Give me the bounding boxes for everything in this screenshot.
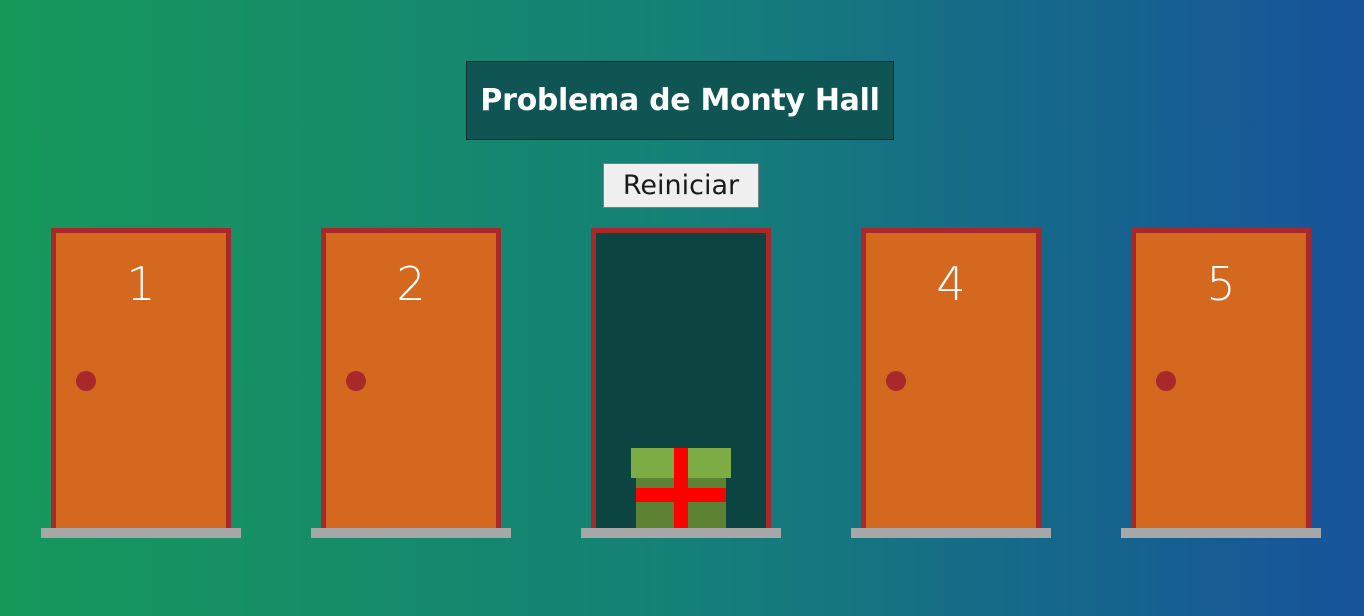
door-slot-3	[581, 228, 781, 538]
door-knob-icon	[346, 371, 366, 391]
reset-button[interactable]: Reiniciar	[603, 163, 759, 208]
door-number: 2	[396, 257, 426, 311]
door-slot-1: 1	[41, 228, 241, 538]
door-knob-icon	[1156, 371, 1176, 391]
door-slot-5: 5	[1121, 228, 1321, 538]
door-threshold	[1121, 528, 1321, 538]
door-threshold	[311, 528, 511, 538]
door-number: 5	[1206, 257, 1236, 311]
door-knob-icon	[76, 371, 96, 391]
page-title: Problema de Monty Hall	[466, 61, 894, 140]
door-2[interactable]: 2	[321, 228, 501, 528]
gift-ribbon-vertical	[674, 448, 688, 528]
door-number: 1	[126, 257, 156, 311]
door-knob-icon	[886, 371, 906, 391]
door-threshold	[581, 528, 781, 538]
door-5[interactable]: 5	[1131, 228, 1311, 528]
door-3	[591, 228, 771, 528]
door-slot-2: 2	[311, 228, 511, 538]
door-number: 4	[936, 257, 966, 311]
door-1[interactable]: 1	[51, 228, 231, 528]
gift-icon	[631, 448, 731, 528]
door-threshold	[851, 528, 1051, 538]
door-threshold	[41, 528, 241, 538]
door-slot-4: 4	[851, 228, 1051, 538]
door-4[interactable]: 4	[861, 228, 1041, 528]
